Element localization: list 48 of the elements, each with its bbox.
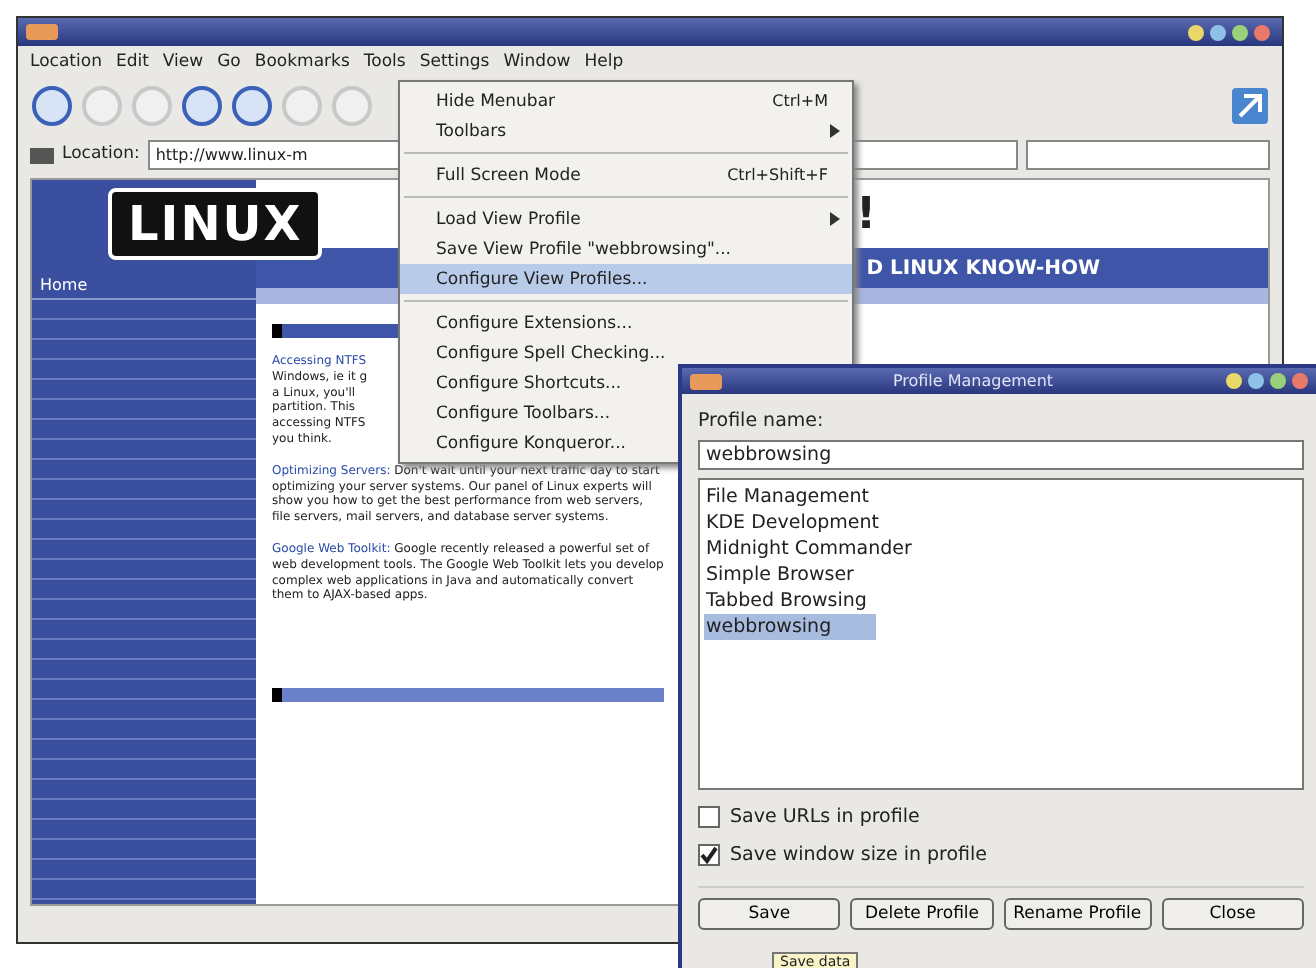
section-header: [272, 324, 402, 338]
menu-entry[interactable]: Hide Menubar Ctrl+M: [400, 86, 852, 116]
dialog-title: Profile Management: [892, 372, 1054, 390]
menu-entry[interactable]: Configure Spell Checking...: [400, 338, 852, 368]
menu-entry[interactable]: Toolbars: [400, 116, 852, 146]
dialog-button[interactable]: Save: [698, 898, 841, 930]
window-buttons-icon[interactable]: [1224, 372, 1312, 390]
window-icon: [26, 24, 58, 40]
profile-item[interactable]: KDE Development: [704, 510, 882, 536]
profile-item[interactable]: webbrowsing: [704, 614, 876, 640]
menu-item[interactable]: Tools: [363, 52, 406, 72]
profile-item[interactable]: Midnight Commander: [704, 536, 914, 562]
toolbar-round-icon[interactable]: [30, 84, 74, 128]
toolbar-round-icon[interactable]: [230, 84, 274, 128]
profile-item[interactable]: File Management: [704, 484, 871, 510]
checkbox[interactable]: [698, 806, 720, 828]
window-buttons-icon[interactable]: [1186, 23, 1274, 41]
search-field[interactable]: [1026, 139, 1270, 169]
submenu-arrow-icon: [830, 124, 840, 138]
profile-name-field[interactable]: webbrowsing: [698, 440, 1304, 470]
checkbox-label: Save window size in profile: [730, 844, 988, 866]
window-icon: [690, 373, 722, 389]
field-label: Profile name:: [698, 410, 826, 432]
menu-entry[interactable]: Configure Extensions...: [400, 308, 852, 338]
menu-item[interactable]: Bookmarks: [254, 52, 350, 72]
menu-entry[interactable]: Configure View Profiles...: [400, 264, 852, 294]
toolbar-round-icon[interactable]: [180, 84, 224, 128]
profile-item[interactable]: Simple Browser: [704, 562, 856, 588]
menu-item[interactable]: Window: [503, 52, 571, 72]
menu-item[interactable]: Edit: [115, 52, 149, 72]
menu-entry[interactable]: Full Screen Mode Ctrl+Shift+F: [400, 160, 852, 190]
menu-item[interactable]: Help: [584, 52, 624, 72]
menu-item[interactable]: View: [162, 52, 204, 72]
submenu-arrow-icon: [830, 212, 840, 226]
location-icon: [30, 144, 54, 164]
menu-entry[interactable]: Load View Profile: [400, 204, 852, 234]
menu-item[interactable]: Go: [217, 52, 241, 72]
dialog-button[interactable]: Rename Profile: [1003, 898, 1152, 930]
menu-item[interactable]: Settings: [419, 52, 490, 72]
headline-text: !: [855, 189, 876, 239]
dialog-button[interactable]: Close: [1161, 898, 1304, 930]
dialog-button[interactable]: Delete Profile: [850, 898, 994, 930]
logo: LINUX: [108, 188, 323, 260]
checkbox[interactable]: [698, 844, 720, 866]
location-label: Location:: [62, 144, 140, 164]
profile-item[interactable]: Tabbed Browsing: [704, 588, 869, 614]
checkbox-label: Save URLs in profile: [730, 806, 920, 828]
menu-item[interactable]: Location: [30, 52, 102, 72]
